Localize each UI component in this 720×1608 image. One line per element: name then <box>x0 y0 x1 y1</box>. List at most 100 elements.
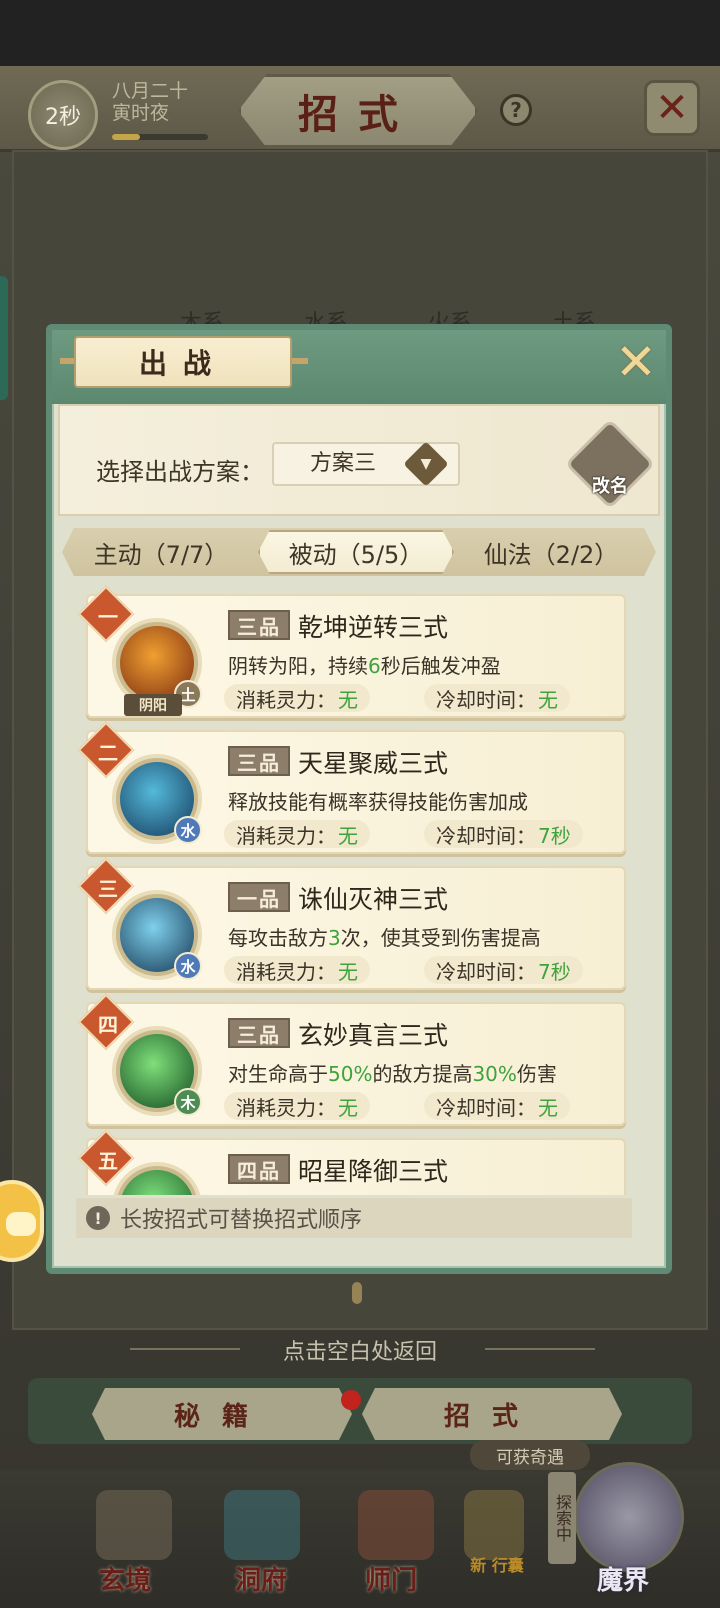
modal-title: 出战 <box>74 336 292 388</box>
cooldown-label: 冷却时间： <box>436 823 536 848</box>
nav-mojie[interactable]: 魔界 <box>568 1560 678 1597</box>
description-text: 伤害 <box>516 1062 557 1086</box>
description-text: 每攻击敌方 <box>228 926 328 950</box>
description-text: 对生命高于 <box>228 1062 328 1086</box>
date-line-2: 寅时夜 <box>112 102 170 124</box>
question-icon[interactable]: ? <box>500 94 532 126</box>
cost-stat: 消耗灵力：无 <box>224 684 370 712</box>
cooldown-value: 无 <box>538 1095 558 1120</box>
rank-number: 五 <box>98 1148 118 1173</box>
cooldown-stat: 冷却时间：无 <box>424 1092 570 1120</box>
timer-badge: 2秒 <box>28 80 98 150</box>
rank-number: 三 <box>98 876 118 901</box>
element-badge: 水 <box>174 816 202 844</box>
close-x-icon[interactable]: ✕ <box>608 333 664 391</box>
modal-bottom-ornament <box>352 1282 362 1304</box>
chevron-down-glyph: ▼ <box>420 456 432 472</box>
left-edge-tab[interactable] <box>0 276 8 400</box>
cooldown-value: 7秒 <box>538 823 571 848</box>
pavilion-icon <box>224 1490 300 1560</box>
nav-xuanjing[interactable]: 玄境 <box>70 1560 180 1597</box>
tip-bar: 长按招式可替换招式顺序 <box>76 1198 632 1238</box>
element-badge: 水 <box>174 952 202 980</box>
cooldown-value: 7秒 <box>538 959 571 984</box>
nav-shimen[interactable]: 师门 <box>336 1560 446 1597</box>
description-text: 次，使其受到伤害提高 <box>340 926 541 950</box>
skill-description: 释放技能有概率获得技能伤害加成 <box>228 786 528 815</box>
rename-label: 改名 <box>592 476 628 497</box>
cost-label: 消耗灵力： <box>236 959 336 984</box>
status-bar-area <box>0 0 720 66</box>
cooldown-label: 冷却时间： <box>436 687 536 712</box>
highlight-value: 6 <box>368 654 381 678</box>
date-line-1: 八月二十 <box>112 80 189 102</box>
cost-value: 无 <box>338 959 358 984</box>
skill-card[interactable]: 三水 一品 诛仙灭神三式 每攻击敌方3次，使其受到伤害提高 消耗灵力：无 冷却时间： 7秒 <box>77 857 626 990</box>
skill-card[interactable]: 二水 三品 天星聚威三式释放技能有概率获得技能伤害加成消耗灵力：无 冷却时间： 7秒 <box>77 721 626 854</box>
tab-moves[interactable]: 招式 <box>362 1388 622 1440</box>
grade-badge: 三品 <box>228 1018 290 1048</box>
skill-description: 阴转为阳，持续6秒后触发冲盈 <box>228 650 501 679</box>
skill-list[interactable]: 一土阴阳 三品 乾坤逆转三式 阴转为阳，持续6秒后触发冲盈 消耗灵力：无冷却时间：无二水… <box>70 580 650 1195</box>
element-badge: 木 <box>174 1088 202 1116</box>
tab-immortal-arts[interactable]: 仙法（2/2） <box>462 530 640 574</box>
cooldown-label: 冷却时间： <box>436 1095 536 1120</box>
description-text: 秒后触发冲盈 <box>380 654 501 678</box>
skill-name: 乾坤逆转三式 <box>298 613 449 642</box>
tab-active-skills[interactable]: 主动（7/7） <box>76 530 246 574</box>
rank-number: 四 <box>98 1012 118 1037</box>
exploring-badge: 探索中 <box>548 1472 576 1564</box>
date-progress-fill <box>112 134 140 140</box>
cooldown-stat: 冷却时间： 7秒 <box>424 820 583 848</box>
cost-value: 无 <box>338 1095 358 1120</box>
grade-badge: 三品 <box>228 610 290 640</box>
description-text: 阴转为阳，持续 <box>228 654 368 678</box>
nav-dongfu[interactable]: 洞府 <box>206 1560 316 1597</box>
notification-dot <box>341 1390 361 1410</box>
close-icon[interactable]: ✕ <box>644 80 700 136</box>
scroll-icon <box>96 1490 172 1560</box>
grade-badge: 一品 <box>228 882 290 912</box>
highlight-value: 3 <box>328 926 341 950</box>
cooldown-label: 冷却时间： <box>436 959 536 984</box>
page-title: 招式 <box>238 74 478 148</box>
cost-label: 消耗灵力： <box>236 823 336 848</box>
rank-number: 二 <box>98 740 118 765</box>
cost-label: 消耗灵力： <box>236 687 336 712</box>
game-date: 八月二十 寅时夜 <box>112 80 188 124</box>
skill-name: 玄妙真言三式 <box>298 1021 449 1050</box>
cost-value: 无 <box>338 823 358 848</box>
cooldown-stat: 冷却时间： 7秒 <box>424 956 583 984</box>
demon-realm-portrait[interactable] <box>574 1462 684 1572</box>
bag-icon <box>464 1490 524 1560</box>
cost-stat: 消耗灵力：无 <box>224 956 370 984</box>
scheme-label: 选择出战方案： <box>96 458 264 486</box>
skill-card[interactable]: 五 四品 昭星降御三式 <box>77 1129 626 1195</box>
skill-name: 天星聚威三式 <box>298 749 449 778</box>
cost-stat: 消耗灵力：无 <box>224 820 370 848</box>
opportunity-badge[interactable]: 可获奇遇 <box>470 1440 590 1470</box>
skill-description: 对生命高于50%的敌方提高30%伤害 <box>228 1058 557 1087</box>
tab-secret-manual[interactable]: 秘籍 <box>92 1388 352 1440</box>
return-hint: 点击空白处返回 <box>282 1340 437 1365</box>
gamepad-icon <box>6 1212 36 1236</box>
skill-name: 诛仙灭神三式 <box>298 885 449 914</box>
yinyang-badge: 阴阳 <box>124 694 182 716</box>
cooldown-value: 无 <box>538 687 558 712</box>
highlight-value: 30% <box>472 1062 517 1086</box>
nav-bag[interactable]: 新 行囊 <box>462 1552 532 1576</box>
highlight-value: 50% <box>328 1062 373 1086</box>
tab-passive-skills[interactable]: 被动（5/5） <box>258 530 454 574</box>
skill-card[interactable]: 四木三品 玄妙真言三式 对生命高于50%的敌方提高30%伤害 消耗灵力：无冷却时间：无 <box>77 993 626 1126</box>
rank-number: 一 <box>98 604 118 629</box>
cooldown-stat: 冷却时间：无 <box>424 684 570 712</box>
banner-icon <box>358 1490 434 1560</box>
skill-card[interactable]: 一土阴阳 三品 乾坤逆转三式 阴转为阳，持续6秒后触发冲盈 消耗灵力：无冷却时间：无 <box>77 585 626 718</box>
exclamation-icon: ! <box>86 1206 110 1230</box>
description-text: 释放技能有概率获得技能伤害加成 <box>228 790 528 814</box>
grade-badge: 三品 <box>228 746 290 776</box>
grade-badge: 四品 <box>228 1154 290 1184</box>
description-text: 的敌方提高 <box>372 1062 473 1086</box>
cost-stat: 消耗灵力：无 <box>224 1092 370 1120</box>
skill-name: 昭星降御三式 <box>298 1157 449 1186</box>
